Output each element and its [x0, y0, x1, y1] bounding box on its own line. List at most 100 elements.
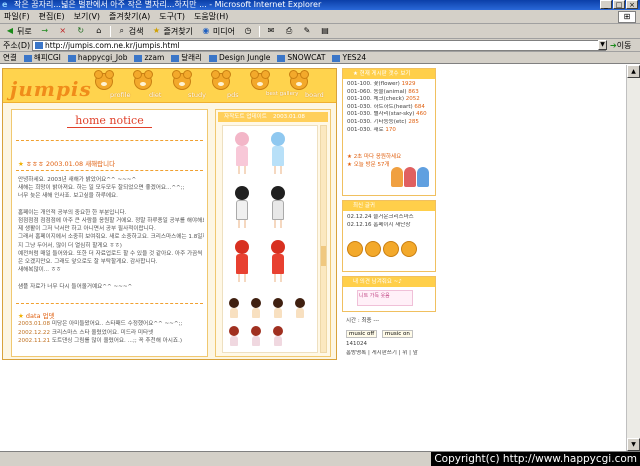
nav-study[interactable]: study — [171, 70, 207, 101]
address-label: 주소(D) — [3, 40, 31, 50]
scroll-down-button[interactable]: ▼ — [627, 438, 640, 451]
music-on-button[interactable]: music on — [382, 329, 413, 338]
update-item[interactable]: 2003.01.08 미당은 아미들왔어요.. 스타패드 수정했어요^^ ~~^… — [18, 320, 204, 329]
go-button[interactable]: ➔이동 — [610, 40, 631, 51]
top-link[interactable]: 위 — [402, 350, 407, 356]
write-link[interactable]: 게시판쓰기 — [372, 350, 397, 356]
link-label: 달래리 — [181, 53, 202, 62]
star-icon: ★ — [152, 26, 161, 35]
bear-icon — [133, 70, 153, 90]
link-happycgi-job[interactable]: happycgi_Job — [67, 53, 127, 62]
link-happycgi[interactable]: 해피CGI — [23, 52, 61, 63]
refresh-button[interactable]: ↻ — [74, 26, 88, 36]
update-item[interactable]: 2002.11.21 도트댄싱 그림를 많이 올렸어요. ...;; 꼭 추천해… — [18, 337, 204, 346]
nav-best-gallery[interactable]: best gallery — [249, 70, 298, 101]
address-dropdown-button[interactable]: ▼ — [598, 40, 607, 50]
edit-button[interactable]: ✎ — [300, 26, 314, 36]
media-label: 미디어 — [212, 26, 236, 36]
media-button[interactable]: ◉ 미디어 — [199, 26, 237, 37]
nav-profile[interactable]: profile — [93, 70, 131, 101]
board-count-row[interactable]: 001-030. 별자리(star-sky) 460 — [343, 111, 435, 119]
minimize-button[interactable]: _ — [600, 0, 612, 9]
refresh-icon: ↻ — [77, 26, 85, 35]
updates-title: data 업뎃 — [25, 312, 55, 320]
menu-tools[interactable]: 도구(T) — [159, 11, 185, 22]
gallery-scroll-thumb[interactable] — [321, 246, 326, 266]
front-link[interactable]: 앞 — [413, 350, 418, 356]
notice-line: 예전처럼 매일 들어와요. 또한 더 자료업로드 할 수 있을 것 같아요. 아… — [18, 250, 203, 266]
post-title: 즐거운크리스마스 — [373, 214, 414, 220]
update-text: 크리스마스 스타 올렸었어요. 미드라 미타넷 — [51, 329, 154, 336]
site-nav: profile diet study pds best gallery boar… — [93, 70, 324, 101]
menu-favorites[interactable]: 즐겨찾기(A) — [109, 11, 150, 22]
dot-doll-image — [293, 298, 307, 318]
music-title: 시간 : 최종 --- — [346, 318, 380, 324]
nav-board[interactable]: board — [288, 70, 324, 101]
latest-post-row[interactable]: 02.12.16 홈페이지 새단장 — [343, 222, 435, 230]
print-button[interactable]: ⎙ — [282, 26, 296, 36]
dot-doll-image — [231, 240, 253, 282]
board-count-row[interactable]: 001-100. 체크(check) 2052 — [343, 96, 435, 104]
guestbook-banner[interactable]: 니트 가득 웃음 — [357, 290, 413, 306]
menu-view[interactable]: 보기(V) — [74, 11, 100, 22]
close-button[interactable]: × — [626, 0, 638, 9]
go-label: 이동 — [616, 41, 632, 50]
address-input[interactable]: http://jumpis.com.ne.kr/jumpis.html — [32, 40, 606, 51]
link-snowcat[interactable]: SNOWCAT — [277, 53, 325, 62]
link-label: 해피CGI — [33, 53, 61, 62]
board-count-row[interactable]: 001-030. 기타등등(etc) 285 — [343, 119, 435, 127]
latest-post-row[interactable]: 02.12.24 즐거운크리스마스 — [343, 214, 435, 222]
menu-file[interactable]: 파일(F) — [4, 11, 30, 22]
link-page-icon — [67, 54, 76, 62]
board-count-row[interactable]: 001-100. 꽃(flower) 1929 — [343, 81, 435, 89]
scroll-up-button[interactable]: ▲ — [627, 65, 640, 78]
site-logo[interactable]: jumpis — [10, 77, 92, 101]
link-dallaeri[interactable]: 달래리 — [171, 52, 202, 63]
history-button[interactable]: ◷ — [241, 26, 255, 36]
dot-doll-image — [271, 298, 285, 318]
nav-label: study — [188, 91, 207, 99]
link-page-icon — [134, 54, 143, 62]
forward-button[interactable]: → — [38, 26, 52, 36]
page-icon — [35, 42, 43, 49]
board-count-row[interactable]: 001-060. 동물(animal) 863 — [343, 89, 435, 97]
guestbook-box[interactable]: 내 의견 남겨줘요 ~♪ 니트 가득 웃음 — [342, 276, 436, 312]
back-button[interactable]: ◀ 뒤로 — [3, 26, 34, 37]
links-label: 연결 — [3, 53, 17, 62]
favorites-button[interactable]: ★ 즐겨찾기 — [149, 26, 194, 37]
messenger-button[interactable]: ▤ — [318, 26, 332, 36]
windows-flag-icon: ⊞ — [618, 11, 636, 23]
mail-button[interactable]: ✉ — [264, 26, 278, 36]
nav-diet[interactable]: diet — [132, 70, 165, 101]
menu-edit[interactable]: 편집(E) — [39, 11, 65, 22]
gallery-scrollbar[interactable] — [320, 125, 327, 353]
board-count: 2052 — [405, 96, 420, 103]
music-box: 시간 : 최종 --- music off music on 141024 홈방… — [342, 316, 436, 356]
gallery-content[interactable] — [222, 125, 318, 353]
music-off-button[interactable]: music off — [346, 329, 378, 338]
media-icon: ◉ — [202, 26, 210, 35]
board-count-row[interactable]: 001-030. 새로 170 — [343, 127, 435, 135]
menu-help[interactable]: 도움말(H) — [194, 11, 228, 22]
link-design-jungle[interactable]: Design Jungle — [208, 53, 270, 62]
nav-label: profile — [110, 91, 131, 99]
dot-doll-image — [267, 186, 289, 228]
link-zzam[interactable]: zzam — [134, 53, 164, 62]
link-yes24[interactable]: YES24 — [332, 53, 366, 62]
notice-line: 안녕하세요. 2003년 새해가 밝았어요^^ ~~~^ — [18, 177, 137, 183]
update-item[interactable]: 2002.12.22 크리스마스 스타 올렸었어요. 미드라 미타넷 — [18, 329, 204, 338]
dot-doll-image — [267, 240, 289, 282]
board-count-row[interactable]: 001-030. 하트하트(heart) 684 — [343, 104, 435, 112]
notice-line: 너무 늦은 새해 인사죠. 보고싶을 하루에요. — [18, 193, 118, 200]
page-viewport: jumpis profile diet study pds best galle… — [0, 65, 626, 451]
bear-row — [343, 239, 435, 259]
stop-button[interactable]: × — [56, 26, 70, 36]
dotted-divider — [16, 140, 203, 141]
nav-pds[interactable]: pds — [210, 70, 243, 101]
maximize-button[interactable]: □ — [613, 0, 625, 9]
dotted-divider — [16, 303, 203, 304]
home-button[interactable]: ⌂ — [92, 26, 106, 36]
guestbook-link[interactable]: 홈방명록 — [346, 350, 366, 356]
page-scrollbar[interactable]: ▲ ▼ — [626, 65, 640, 451]
search-button[interactable]: ⌕ 검색 — [115, 26, 146, 37]
